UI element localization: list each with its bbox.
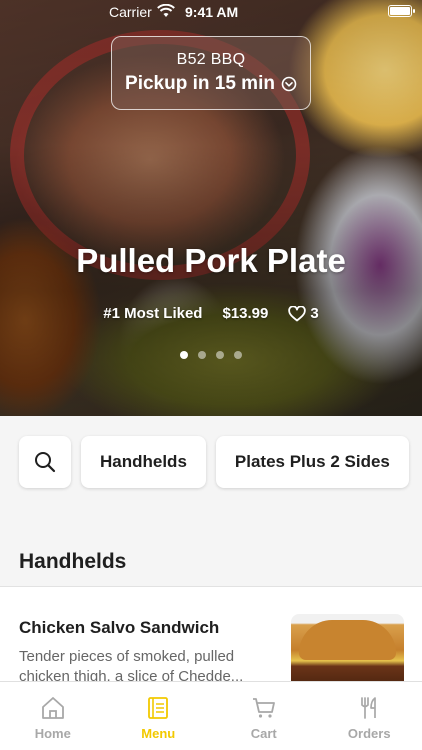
tab-cart[interactable]: Cart	[211, 682, 317, 750]
tab-label: Cart	[250, 726, 277, 741]
wifi-icon	[157, 4, 175, 17]
pickup-time: Pickup in 15 min	[125, 73, 297, 95]
section-title: Handhelds	[19, 550, 127, 573]
pickup-label: Pickup in 15 min	[125, 73, 275, 94]
store-name: B52 BBQ	[176, 51, 246, 68]
tab-menu[interactable]: Menu	[106, 682, 212, 750]
tab-home[interactable]: Home	[0, 682, 106, 750]
home-icon	[41, 697, 64, 719]
menu-item-card[interactable]: Chicken Salvo Sandwich Tender pieces of …	[0, 587, 422, 682]
chevron-down-circle-icon	[281, 76, 297, 92]
heart-icon	[288, 305, 307, 321]
carousel-dot[interactable]	[180, 351, 188, 359]
carrier-label: Carrier	[109, 4, 152, 20]
tab-orders[interactable]: Orders	[317, 682, 422, 750]
status-bar: Carrier 9:41 AM	[0, 0, 422, 24]
tab-label: Menu	[141, 726, 176, 741]
carousel-dot[interactable]	[216, 351, 224, 359]
category-chip-plates[interactable]: Plates Plus 2 Sides	[215, 436, 409, 488]
menu-item-image	[291, 614, 404, 682]
tab-label: Orders	[347, 726, 391, 741]
store-pickup-selector[interactable]: B52 BBQ Pickup in 15 min	[111, 36, 311, 110]
battery-icon	[388, 5, 415, 17]
menu-item-name: Chicken Salvo Sandwich	[19, 618, 220, 637]
hero-price: $13.99	[222, 305, 269, 322]
most-liked-badge: #1 Most Liked	[103, 305, 203, 322]
search-icon	[35, 452, 56, 473]
cart-icon	[252, 698, 275, 718]
like-count: 3	[310, 305, 319, 322]
menu-book-icon	[148, 697, 169, 719]
like-button[interactable]: 3	[288, 305, 319, 322]
menu-item-description: Tender pieces of smoked, pulled chicken …	[19, 648, 244, 682]
category-bar: Handhelds Plates Plus 2 Sides	[19, 436, 409, 488]
search-button[interactable]	[19, 436, 71, 488]
category-chip-handhelds[interactable]: Handhelds	[81, 436, 206, 488]
hero-meta: #1 Most Liked $13.99 3	[0, 305, 422, 322]
carousel-dot[interactable]	[234, 351, 242, 359]
tab-bar: Home Menu Cart Orders	[0, 681, 422, 750]
tab-label: Home	[34, 726, 71, 741]
clock: 9:41 AM	[185, 4, 239, 20]
hero-title: Pulled Pork Plate	[76, 242, 346, 279]
carousel-dot[interactable]	[198, 351, 206, 359]
fork-knife-icon	[361, 697, 377, 719]
carousel-indicator	[0, 351, 422, 359]
